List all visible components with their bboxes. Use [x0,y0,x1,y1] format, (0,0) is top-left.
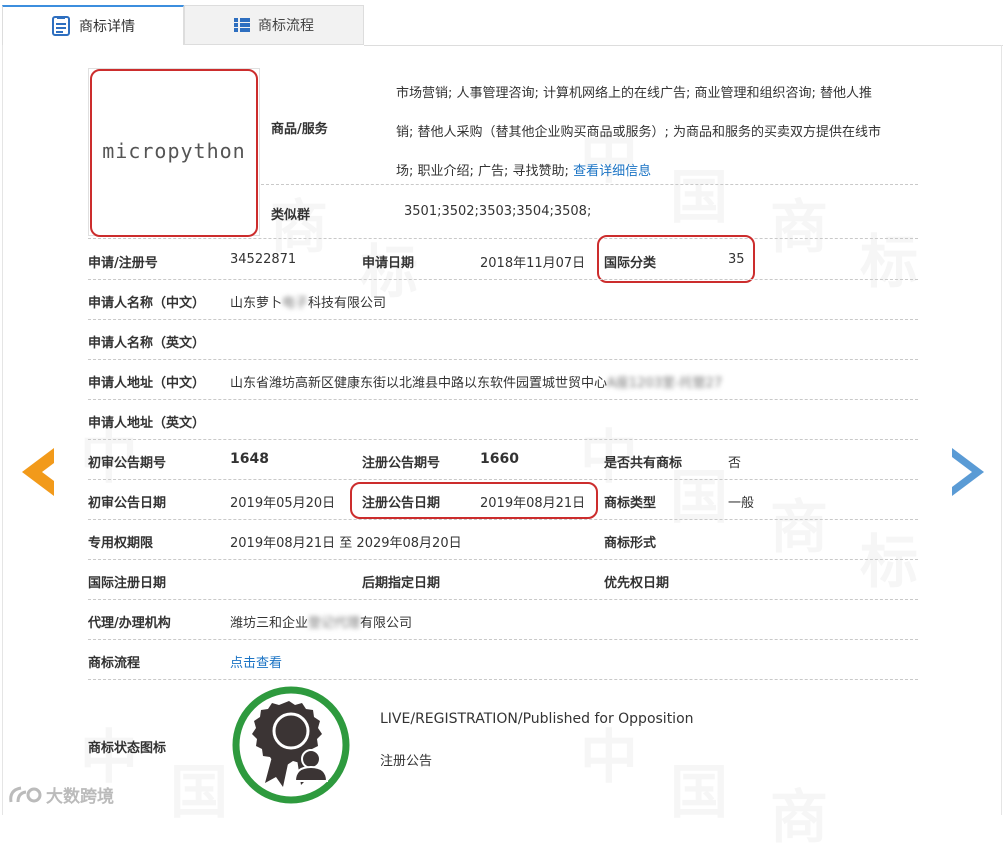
highlight-reg-pub-date [350,482,598,519]
goods-line: 场; 职业介绍; 广告; 寻找赞助; 查看详细信息 [396,164,652,179]
tab-label: 商标详情 [79,19,135,35]
goods-label: 商品/服务 [271,122,328,137]
prelim-date-value: 2019年05月20日 [230,496,336,511]
address-cn-value: 山东省潍坊高新区健康东街以北潍县中路以东软件园置城世贸中心A座1203室-托管2… [230,376,723,391]
address-en-label: 申请人地址（英文） [88,416,206,431]
applicant-cn-value: 山东萝卜电子科技有限公司 [230,296,387,311]
similar-group-value: 3501;3502;3503;3504;3508; [404,204,592,219]
highlight-logo [90,69,258,237]
goods-line: 市场营销; 人事管理咨询; 计算机网络上的在线广告; 商业管理和组织咨询; 替他… [396,86,873,101]
registered-badge-icon [231,685,351,805]
divider [88,519,918,520]
reg-no-label: 申请/注册号 [88,256,158,271]
tm-form-label: 商标形式 [604,536,657,551]
shared-value: 否 [728,456,742,471]
divider [88,439,918,440]
corner-brand: 大数跨境 [8,782,114,807]
document-icon [52,16,70,36]
tab-trademark-flow[interactable]: 商标流程 [184,5,364,45]
view-details-link[interactable]: 查看详细信息 [573,164,651,179]
tab-trademark-detail[interactable]: 商标详情 [2,5,184,45]
exclusive-label: 专用权期限 [88,536,154,551]
apply-date-label: 申请日期 [362,256,415,271]
divider [88,319,918,320]
reg-pub-no-label: 注册公告期号 [362,456,441,471]
tm-type-value: 一般 [728,496,755,511]
divider [88,479,918,480]
goods-line: 销; 替他人采购（替其他企业购买商品或服务）; 为商品和服务的买卖双方提供在线市 [396,125,882,140]
shared-label: 是否共有商标 [604,456,683,471]
goods-text: 市场营销; 人事管理咨询; 计算机网络上的在线广告; 商业管理和组织咨询; 替他… [396,74,921,191]
apply-date-value: 2018年11月07日 [480,256,586,271]
tab-bar: 商标详情 商标流程 [0,0,1005,46]
divider [88,399,918,400]
prelim-no-value: 1648 [230,451,269,467]
reg-pub-no-value: 1660 [480,451,519,467]
status-text-en: LIVE/REGISTRATION/Published for Oppositi… [380,711,694,727]
divider [88,559,918,560]
divider [88,238,918,239]
tab-label: 商标流程 [258,18,314,34]
agent-label: 代理/办理机构 [88,616,171,631]
status-text-cn: 注册公告 [380,754,433,769]
prelim-date-label: 初审公告日期 [88,496,167,511]
divider [261,184,918,185]
prelim-no-label: 初审公告期号 [88,456,167,471]
status-icon-label: 商标状态图标 [88,741,167,756]
priority-date-label: 优先权日期 [604,576,670,591]
highlight-intl-class [597,235,755,283]
divider [88,359,918,360]
agent-value: 潍坊三和企业登记代理有限公司 [230,616,413,631]
address-cn-label: 申请人地址（中文） [88,376,206,391]
divider [88,599,918,600]
tm-type-label: 商标类型 [604,496,657,511]
intl-reg-date-label: 国际注册日期 [88,576,167,591]
divider [88,279,918,280]
applicant-en-label: 申请人名称（英文） [88,336,206,351]
brand-logo-icon [9,786,42,802]
applicant-cn-label: 申请人名称（中文） [88,296,206,311]
view-flow-link[interactable]: 点击查看 [230,652,282,671]
later-date-label: 后期指定日期 [362,576,441,591]
similar-group-label: 类似群 [271,208,311,223]
exclusive-value: 2019年08月21日 至 2029年08月20日 [230,536,462,551]
flow-label: 商标流程 [88,656,141,671]
divider [88,639,918,640]
list-icon [234,18,250,32]
divider [88,679,918,680]
reg-no-value: 34522871 [230,252,297,267]
